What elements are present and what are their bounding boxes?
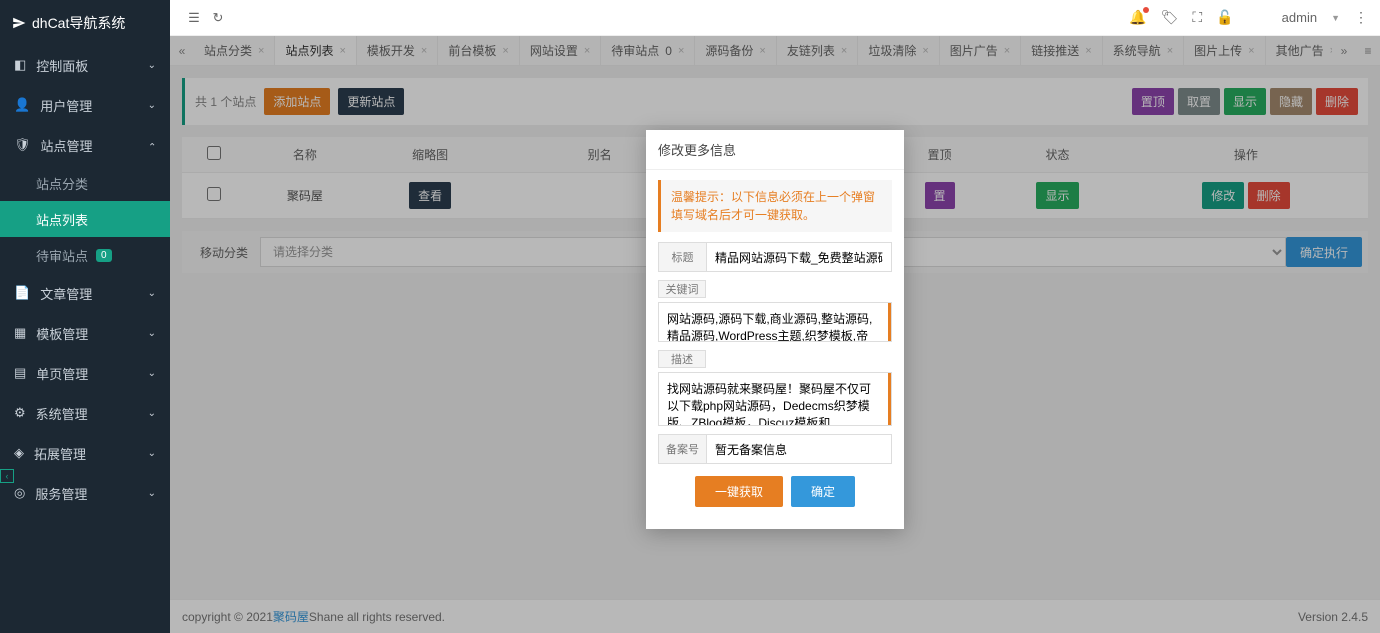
icp-input[interactable]	[707, 435, 891, 463]
submenu-站点分类[interactable]: 站点分类	[0, 165, 170, 201]
shield-icon: 🛡	[14, 137, 31, 153]
tag-icon[interactable]: 🏷	[1161, 9, 1179, 26]
chevron-down-icon: ⌄	[148, 288, 156, 299]
submenu-站点列表[interactable]: 站点列表	[0, 201, 170, 237]
menu-单页管理[interactable]: ▤单页管理⌄	[0, 353, 170, 393]
field-icp: 备案号	[658, 434, 892, 464]
title-input[interactable]	[707, 243, 891, 271]
sidebar: dhCat导航系统 ◧控制面板⌄👤用户管理⌄🛡站点管理⌄站点分类站点列表待审站点…	[0, 0, 170, 633]
menu-模板管理[interactable]: ▦模板管理⌄	[0, 313, 170, 353]
paper-plane-icon	[12, 16, 26, 30]
menu-服务管理[interactable]: ◎服务管理⌄	[0, 473, 170, 513]
menu-文章管理[interactable]: 📄文章管理⌄	[0, 273, 170, 313]
field-desc: 找网站源码就来聚码屋！聚码屋不仅可以下载php网站源码，Dedecms织梦模版、…	[658, 372, 892, 426]
username[interactable]: admin	[1282, 10, 1317, 25]
menu-系统管理[interactable]: ⚙系统管理⌄	[0, 393, 170, 433]
field-title: 标题	[658, 242, 892, 272]
menu-用户管理[interactable]: 👤用户管理⌄	[0, 85, 170, 125]
submenu-待审站点[interactable]: 待审站点0	[0, 237, 170, 273]
chevron-down-icon: ⌄	[148, 328, 156, 339]
app-logo: dhCat导航系统	[0, 0, 170, 45]
bell-icon[interactable]: 🔔	[1129, 9, 1146, 26]
chevron-down-icon: ⌄	[148, 448, 156, 459]
chevron-down-icon: ⌄	[148, 100, 156, 111]
doc-icon: 📄	[14, 285, 30, 301]
keywords-input[interactable]: 网站源码,源码下载,商业源码,整站源码,精品源码,WordPress主题,织梦模…	[659, 303, 891, 341]
service-icon: ◎	[14, 485, 25, 501]
menu-拓展管理[interactable]: ◈拓展管理⌄	[0, 433, 170, 473]
modal-tip: 温馨提示：以下信息必须在上一个弹窗填写域名后才可一键获取。	[658, 180, 892, 232]
app-title: dhCat导航系统	[32, 13, 125, 33]
badge: 0	[96, 249, 112, 262]
page-icon: ▤	[14, 365, 26, 381]
modal-title: 修改更多信息	[646, 130, 904, 170]
chevron-down-icon: ⌄	[148, 408, 156, 419]
edit-more-modal: 修改更多信息 温馨提示：以下信息必须在上一个弹窗填写域名后才可一键获取。 标题 …	[646, 130, 904, 529]
template-icon: ▦	[14, 325, 26, 341]
sidebar-collapse[interactable]: ‹	[0, 469, 14, 483]
fetch-button[interactable]: 一键获取	[695, 476, 783, 507]
lock-icon[interactable]: 🔓	[1216, 9, 1233, 26]
chevron-down-icon: ⌄	[148, 368, 156, 379]
menu-toggle-icon[interactable]: ☰	[182, 10, 206, 26]
more-icon[interactable]: ⋮	[1354, 9, 1368, 26]
avatar[interactable]	[1248, 8, 1268, 28]
field-keywords: 网站源码,源码下载,商业源码,整站源码,精品源码,WordPress主题,织梦模…	[658, 302, 892, 342]
menu-站点管理[interactable]: 🛡站点管理⌄	[0, 125, 170, 165]
gear-icon: ⚙	[14, 405, 26, 421]
ok-button[interactable]: 确定	[791, 476, 855, 507]
topbar: ☰ ↻ 🔔 🏷 ⛶ 🔓 admin▼ ⋮	[170, 0, 1380, 36]
user-icon: 👤	[14, 97, 30, 113]
chevron-down-icon: ⌄	[148, 60, 156, 71]
fullscreen-icon[interactable]: ⛶	[1192, 9, 1202, 26]
refresh-icon[interactable]: ↻	[206, 10, 230, 26]
menu-控制面板[interactable]: ◧控制面板⌄	[0, 45, 170, 85]
desc-input[interactable]: 找网站源码就来聚码屋！聚码屋不仅可以下载php网站源码，Dedecms织梦模版、…	[659, 373, 891, 425]
chevron-down-icon: ⌄	[148, 140, 156, 151]
dashboard-icon: ◧	[14, 57, 26, 73]
ext-icon: ◈	[14, 445, 24, 461]
chevron-down-icon: ⌄	[148, 488, 156, 499]
